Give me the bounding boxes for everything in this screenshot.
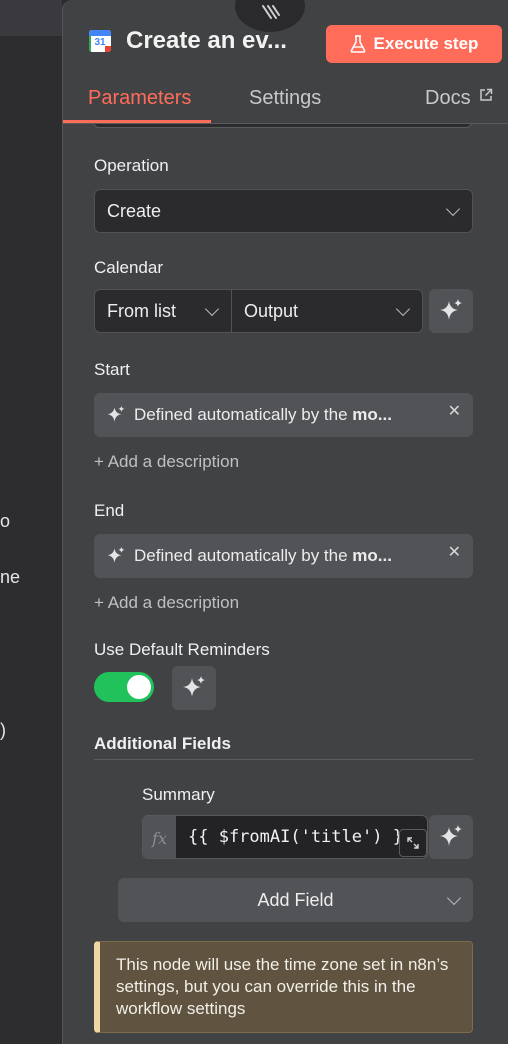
- sparkle-icon: [440, 825, 462, 846]
- reminders-label: Use Default Reminders: [94, 640, 270, 659]
- tab-docs[interactable]: Docs: [425, 87, 493, 110]
- chevron-down-icon: [395, 301, 411, 317]
- expand-icon: [407, 837, 419, 849]
- canvas-text-fragment: ne: [0, 567, 20, 587]
- add-field-label: Add Field: [257, 889, 334, 910]
- end-label: End: [94, 501, 125, 520]
- external-link-icon: [480, 88, 493, 101]
- close-icon[interactable]: ✕: [448, 401, 461, 421]
- start-label: Start: [94, 360, 130, 379]
- calendar-mode-value: From list: [107, 300, 176, 321]
- flask-icon: [350, 35, 365, 53]
- canvas-text-fragment: o: [0, 511, 11, 531]
- start-add-description-link[interactable]: + Add a description: [94, 452, 239, 472]
- expand-editor-button[interactable]: [399, 829, 427, 857]
- operation-label: Operation: [94, 156, 169, 175]
- divider: [94, 759, 473, 760]
- calendar-select[interactable]: Output: [231, 289, 423, 333]
- operation-value: Create: [107, 200, 162, 221]
- execute-step-button[interactable]: Execute step: [326, 25, 502, 63]
- drag-icon: [262, 5, 280, 19]
- canvas-text-fragment: ): [0, 720, 6, 740]
- tab-bar: Parameters Settings Docs: [63, 84, 508, 124]
- chevron-down-icon: [445, 201, 461, 217]
- calendar-label: Calendar: [94, 258, 163, 277]
- summary-expression-input[interactable]: fx {{ $fromAI('title') }}: [142, 815, 428, 859]
- chevron-down-icon: [446, 890, 462, 906]
- tab-settings[interactable]: Settings: [249, 87, 321, 110]
- default-reminders-toggle[interactable]: [94, 672, 154, 702]
- ai-sparkle-button[interactable]: [429, 815, 473, 859]
- sparkle-icon: [183, 676, 205, 697]
- sparkle-icon: [107, 546, 125, 563]
- canvas-top-bar: [0, 0, 62, 36]
- fx-icon: fx: [143, 816, 176, 858]
- close-icon[interactable]: ✕: [448, 542, 461, 562]
- add-field-dropdown[interactable]: Add Field: [118, 878, 473, 922]
- node-details-panel: 31 Create an ev... Execute step Paramete…: [62, 0, 508, 1044]
- sparkle-icon: [107, 405, 125, 422]
- parameters-content: Operation Create Calendar From list Outp…: [63, 110, 508, 1044]
- start-ai-text: Defined automatically by the mo...: [134, 405, 392, 424]
- google-calendar-icon: 31: [89, 30, 111, 52]
- start-ai-field[interactable]: Defined automatically by the mo... ✕: [94, 393, 473, 437]
- chevron-down-icon: [204, 301, 220, 317]
- execute-step-label: Execute step: [373, 34, 479, 53]
- calendar-mode-select[interactable]: From list: [94, 289, 232, 333]
- tab-docs-label: Docs: [425, 87, 471, 109]
- timezone-notice: This node will use the time zone set in …: [94, 941, 473, 1033]
- tab-parameters[interactable]: Parameters: [88, 87, 191, 110]
- end-add-description-link[interactable]: + Add a description: [94, 593, 239, 613]
- end-ai-field[interactable]: Defined automatically by the mo... ✕: [94, 534, 473, 578]
- sparkle-icon: [440, 299, 462, 320]
- end-ai-text: Defined automatically by the mo...: [134, 546, 392, 565]
- toggle-knob: [127, 675, 151, 699]
- ai-sparkle-button[interactable]: [172, 666, 216, 710]
- additional-fields-heading: Additional Fields: [94, 734, 231, 753]
- ai-sparkle-button[interactable]: [429, 289, 473, 333]
- summary-label: Summary: [142, 785, 215, 804]
- summary-expression[interactable]: {{ $fromAI('title') }}: [188, 816, 413, 858]
- calendar-value: Output: [244, 300, 299, 321]
- operation-select[interactable]: Create: [94, 189, 473, 233]
- active-tab-indicator: [63, 120, 211, 123]
